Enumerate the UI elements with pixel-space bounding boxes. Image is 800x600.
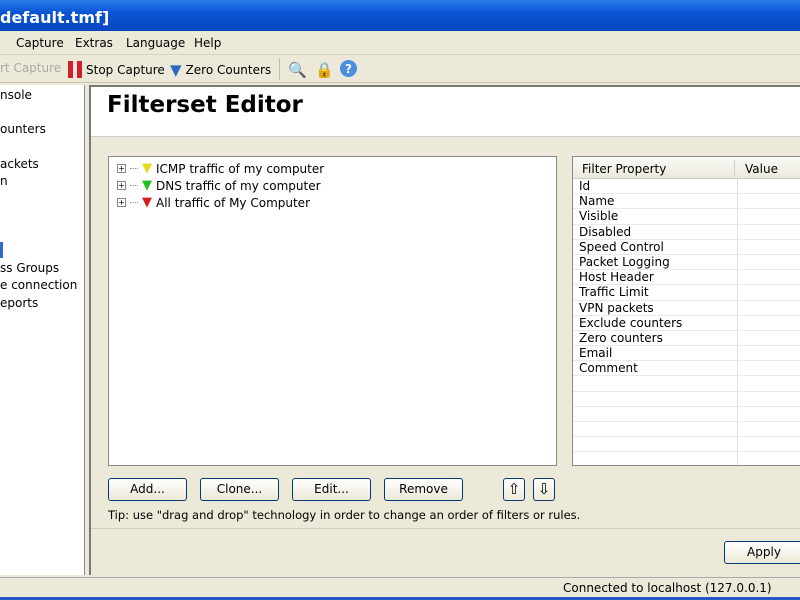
editor-header: Filterset Editor (91, 87, 800, 137)
filter-yellow-icon: ▼ (142, 161, 152, 176)
grid-row[interactable] (573, 376, 800, 392)
filter-red-icon: ▼ (142, 195, 152, 210)
move-up-button[interactable]: ⇧ (503, 478, 525, 501)
lock-icon[interactable]: 🔒 (315, 61, 334, 79)
remove-button[interactable]: Remove (384, 478, 463, 501)
menu-extras[interactable]: Extras (75, 36, 113, 50)
menu-help[interactable]: Help (194, 36, 221, 50)
tree-node-label: ICMP traffic of my computer (156, 161, 325, 176)
grid-row[interactable] (573, 406, 800, 422)
grid-row[interactable]: Zero counters (573, 330, 800, 347)
property-grid: Filter Property Value Id Name Visible Disab… (572, 156, 800, 466)
funnel-icon: ▼ (170, 61, 182, 79)
grid-row[interactable] (573, 437, 800, 453)
grid-row[interactable] (573, 422, 800, 438)
clone-button[interactable]: Clone... (200, 478, 279, 501)
sidebar-item-counters[interactable]: ounters (0, 122, 46, 136)
toolbar-separator (279, 58, 280, 80)
tree-node[interactable]: + ▼ ICMP traffic of my computer (117, 161, 324, 176)
zero-counters-label: Zero Counters (185, 63, 272, 77)
property-name: VPN packets (579, 300, 654, 315)
apply-button[interactable]: Apply (724, 541, 800, 564)
move-down-button[interactable]: ⇩ (533, 478, 555, 501)
property-name: Packet Logging (579, 254, 670, 269)
grid-row[interactable]: Visible (573, 209, 800, 225)
sidebar-item-address-groups[interactable]: ss Groups (0, 261, 59, 275)
zero-counters-button[interactable]: ▼ Zero Counters (170, 61, 271, 79)
column-header-value[interactable]: Value (745, 162, 778, 176)
grid-row[interactable] (573, 391, 800, 407)
help-icon[interactable]: ? (340, 60, 357, 77)
connection-status: Connected to localhost (127.0.0.1) (563, 581, 772, 595)
property-name: Zero counters (579, 330, 663, 345)
sidebar-item-reports[interactable]: eports (0, 296, 38, 310)
sidebar-selected-item[interactable] (0, 242, 3, 258)
grid-row[interactable]: Exclude counters (573, 315, 800, 331)
search-filter-icon[interactable]: 🔍 (288, 61, 307, 79)
tree-node-label: DNS traffic of my computer (156, 178, 321, 193)
window-title: default.tmf] (0, 8, 110, 27)
grid-row[interactable]: Comment (573, 361, 800, 377)
grid-row[interactable]: Disabled (573, 224, 800, 240)
sidebar-item-n[interactable]: n (0, 174, 8, 188)
menu-bar: Capture Extras Language Help (0, 31, 800, 55)
sidebar-item-console[interactable]: nsole (0, 88, 32, 102)
grid-row[interactable]: Name (573, 194, 800, 210)
status-bar: Connected to localhost (127.0.0.1) (0, 577, 800, 597)
tip-text: Tip: use "drag and drop" technology in o… (108, 508, 581, 522)
menu-capture[interactable]: Capture (16, 36, 64, 50)
property-name: Traffic Limit (579, 285, 649, 300)
add-button[interactable]: Add... (108, 478, 187, 501)
grid-row[interactable]: Id (573, 179, 800, 195)
sidebar-item-connection[interactable]: e connection (0, 278, 77, 292)
grid-row[interactable]: VPN packets (573, 300, 800, 316)
grid-row[interactable]: Packet Logging (573, 254, 800, 271)
page-title: Filterset Editor (107, 92, 303, 118)
filter-tree[interactable]: + ▼ ICMP traffic of my computer + ▼ DNS traf… (108, 156, 557, 466)
property-name: Speed Control (579, 239, 664, 254)
toolbar: rt Capture Stop Capture ▼ Zero Counters 🔍… (0, 55, 800, 83)
title-bar: default.tmf] (0, 0, 800, 31)
property-name: Visible (579, 209, 619, 224)
grid-header: Filter Property Value (573, 157, 800, 179)
sidebar: nsole ounters ackets n ss Groups e conne… (0, 85, 85, 575)
property-name: Name (579, 194, 615, 209)
expand-icon[interactable]: + (117, 198, 126, 207)
menu-language[interactable]: Language (126, 36, 185, 50)
filter-green-icon: ▼ (142, 178, 152, 193)
stop-capture-button[interactable]: Stop Capture (68, 61, 165, 78)
expand-icon[interactable]: + (117, 164, 126, 173)
tree-node[interactable]: + ▼ DNS traffic of my computer (117, 178, 321, 193)
stop-icon (68, 61, 82, 78)
grid-row[interactable]: Traffic Limit (573, 285, 800, 301)
property-name: Email (579, 346, 613, 361)
sidebar-item-packets[interactable]: ackets (0, 157, 39, 171)
tree-node-label: All traffic of My Computer (156, 195, 311, 210)
property-name: Id (579, 179, 591, 193)
divider (91, 528, 800, 529)
column-header-property[interactable]: Filter Property (582, 162, 666, 176)
expand-icon[interactable]: + (117, 181, 126, 190)
grid-row[interactable]: Speed Control (573, 239, 800, 255)
property-name: Host Header (579, 270, 654, 285)
stop-capture-label: Stop Capture (86, 62, 165, 77)
edit-button[interactable]: Edit... (292, 478, 371, 501)
grid-row[interactable]: Email (573, 346, 800, 362)
grid-row[interactable]: Host Header (573, 270, 800, 286)
property-name: Comment (579, 361, 638, 376)
property-name: Exclude counters (579, 315, 683, 330)
start-capture-button[interactable]: rt Capture (0, 61, 61, 75)
property-name: Disabled (579, 224, 632, 239)
grid-row[interactable] (573, 452, 800, 465)
tree-node[interactable]: + ▼ All traffic of My Computer (117, 195, 310, 210)
